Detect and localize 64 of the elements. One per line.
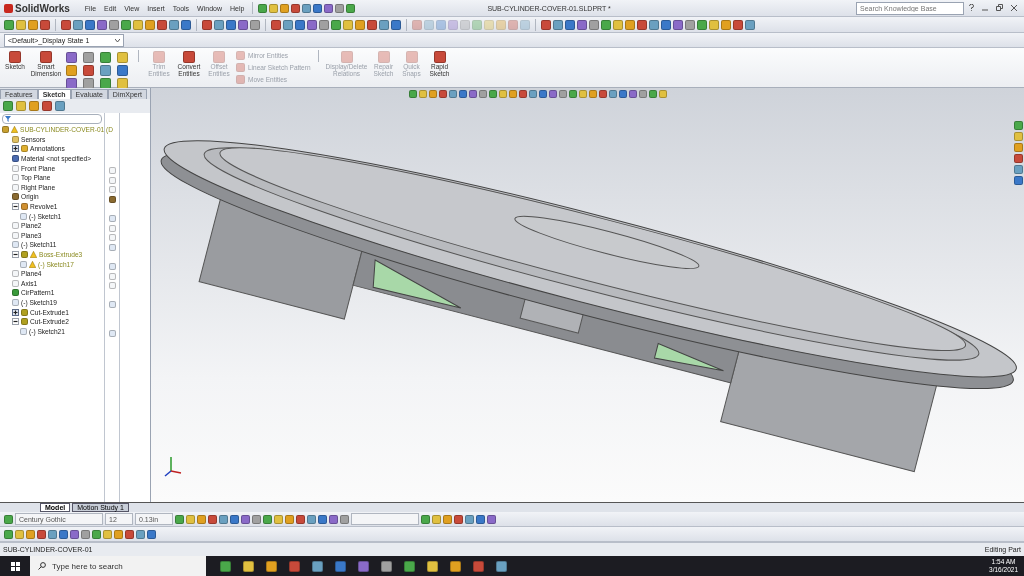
- warning-icon: [11, 126, 18, 134]
- collapse-icon[interactable]: [12, 203, 19, 211]
- tool-icon[interactable]: [577, 19, 587, 30]
- tool-icon[interactable]: [381, 560, 392, 572]
- tool-icon[interactable]: [450, 560, 461, 572]
- tool-icon[interactable]: [202, 19, 212, 30]
- tool-icon[interactable]: [220, 560, 231, 572]
- tool-icon[interactable]: [283, 19, 293, 30]
- tool-icon[interactable]: [379, 19, 389, 30]
- restore-icon[interactable]: [996, 3, 1003, 11]
- tool-icon[interactable]: [238, 19, 248, 30]
- caret-icon: [115, 38, 120, 42]
- tool-icon[interactable]: [649, 19, 659, 30]
- tool-icon[interactable]: [433, 51, 446, 63]
- tool-icon[interactable]: [565, 19, 575, 30]
- collapse-icon[interactable]: [12, 251, 19, 258]
- tool-icon[interactable]: [331, 19, 341, 30]
- tool-icon[interactable]: [121, 19, 131, 30]
- app-logo: SolidWorks: [15, 2, 70, 14]
- close-icon[interactable]: [1011, 4, 1017, 11]
- tool-icon[interactable]: [97, 19, 107, 30]
- tool-icon[interactable]: [496, 560, 507, 572]
- tool-icon[interactable]: [243, 560, 254, 572]
- tool-icon[interactable]: [733, 19, 743, 30]
- help-icon[interactable]: [969, 3, 974, 11]
- collapse-icon[interactable]: [12, 318, 19, 326]
- tool-icon[interactable]: [40, 19, 50, 30]
- tool-icon[interactable]: [601, 19, 611, 30]
- tool-icon[interactable]: [307, 19, 317, 30]
- tool-icon[interactable]: [266, 560, 277, 572]
- app-logo-icon: [4, 3, 13, 13]
- tool-icon[interactable]: [312, 560, 323, 572]
- tool-icon[interactable]: [404, 560, 415, 572]
- tool-icon[interactable]: [553, 19, 563, 30]
- filter-icon: [5, 116, 11, 122]
- tool-icon[interactable]: [4, 19, 14, 30]
- axis-triad-icon: [163, 455, 183, 477]
- tool-icon[interactable]: [295, 19, 305, 30]
- tool-icon[interactable]: [226, 19, 236, 30]
- tool-icon[interactable]: [541, 19, 551, 30]
- tool-icon[interactable]: [181, 19, 191, 30]
- tool-icon[interactable]: [367, 19, 377, 30]
- tool-icon[interactable]: [427, 560, 438, 572]
- search-icon: [38, 562, 46, 570]
- expand-icon[interactable]: [12, 308, 19, 316]
- tool-icon[interactable]: [661, 19, 671, 30]
- windows-grid-icon: [10, 561, 20, 571]
- taskbar-search-field[interactable]: Type here to search: [30, 556, 206, 576]
- tool-icon[interactable]: [697, 19, 707, 30]
- tool-icon[interactable]: [358, 560, 369, 572]
- tool-icon[interactable]: [214, 19, 224, 30]
- tool-icon[interactable]: [73, 19, 83, 30]
- tool-icon[interactable]: [391, 19, 401, 30]
- tool-icon[interactable]: [745, 19, 755, 30]
- filter-field[interactable]: [2, 114, 102, 124]
- tool-icon[interactable]: [637, 19, 647, 30]
- tool-icon[interactable]: [271, 19, 281, 30]
- tool-icon[interactable]: [157, 19, 167, 30]
- expand-icon[interactable]: [12, 145, 19, 153]
- minimize-icon[interactable]: [982, 8, 988, 11]
- tool-icon[interactable]: [169, 19, 179, 30]
- tool-icon[interactable]: [61, 19, 71, 30]
- tool-icon[interactable]: [85, 19, 95, 30]
- tool-icon[interactable]: [673, 19, 683, 30]
